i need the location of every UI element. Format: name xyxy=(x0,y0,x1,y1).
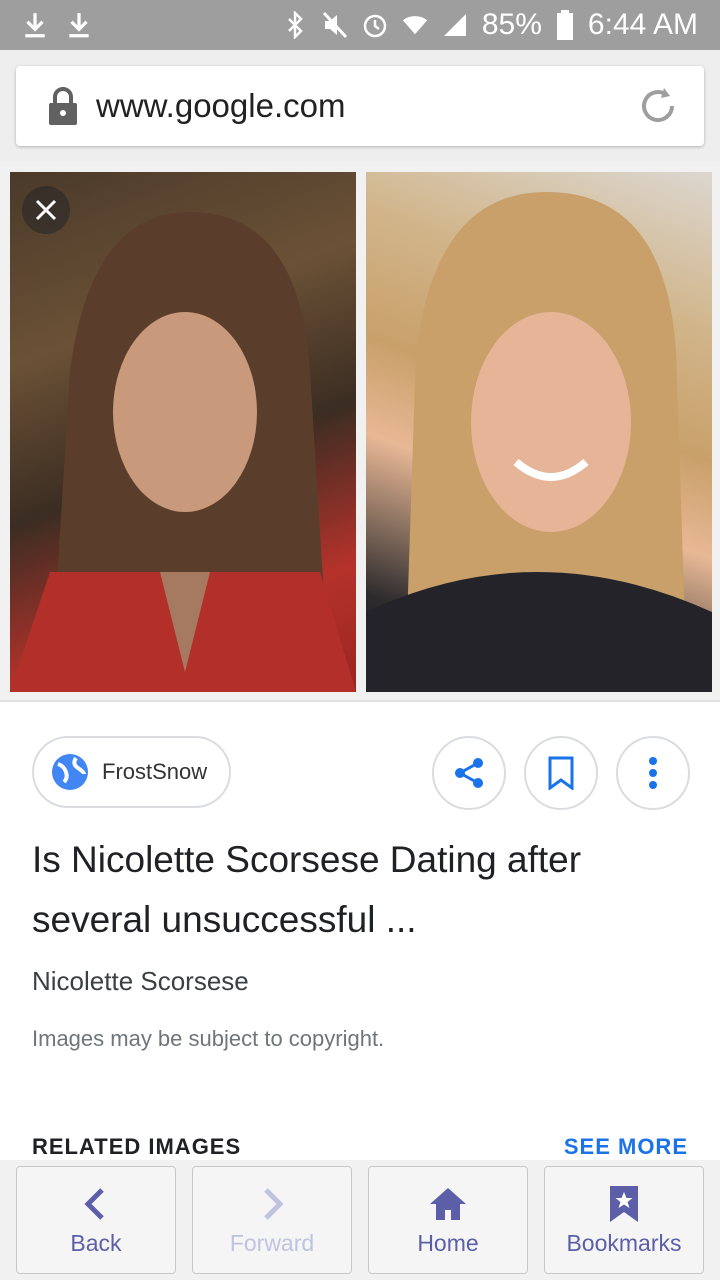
chevron-left-icon xyxy=(84,1187,104,1220)
portrait-drawing xyxy=(366,192,712,692)
result-subtitle: Nicolette Scorsese xyxy=(32,966,249,996)
lock-icon xyxy=(49,87,77,125)
forward-button[interactable]: Forward xyxy=(192,1166,352,1274)
bookmarks-icon xyxy=(610,1185,638,1222)
close-icon xyxy=(35,199,57,221)
forward-label: Forward xyxy=(229,1229,315,1256)
reload-icon[interactable] xyxy=(636,84,680,128)
clock: 6:44 AM xyxy=(587,8,698,41)
image-preview xyxy=(0,162,720,702)
bookmarks-label: Bookmarks xyxy=(566,1229,682,1256)
download-icon xyxy=(69,13,89,38)
status-bar: 85% 6:44 AM xyxy=(0,0,720,50)
back-button[interactable]: Back xyxy=(16,1166,176,1274)
signal-icon xyxy=(443,14,466,36)
home-button[interactable]: Home xyxy=(368,1166,528,1274)
bookmarks-button[interactable]: Bookmarks xyxy=(544,1166,704,1274)
url-area: www.google.com xyxy=(0,50,720,162)
home-label: Home xyxy=(417,1229,479,1256)
bluetooth-icon xyxy=(287,11,303,39)
url-bar[interactable]: www.google.com xyxy=(16,66,704,146)
copyright-notice: Images may be subject to copyright. xyxy=(32,1026,385,1051)
result-title[interactable]: Is Nicolette Scorsese Dating after sever… xyxy=(32,830,672,950)
home-icon xyxy=(430,1187,466,1220)
download-icon xyxy=(25,13,45,38)
wifi-icon xyxy=(402,16,427,35)
more-vert-icon xyxy=(649,757,657,789)
related-images-heading: RELATED IMAGES xyxy=(32,1134,242,1159)
bookmark-icon xyxy=(548,756,574,790)
bottom-nav: Back Forward Home Bookmarks xyxy=(0,1160,720,1280)
alarm-icon xyxy=(363,14,387,38)
battery-icon xyxy=(556,10,573,40)
see-more-link[interactable]: SEE MORE xyxy=(564,1134,688,1160)
close-button[interactable] xyxy=(22,186,70,234)
globe-icon xyxy=(52,754,88,790)
portrait-drawing xyxy=(10,212,356,692)
share-icon xyxy=(455,758,483,788)
battery-level: 85% xyxy=(481,8,542,41)
url-text: www.google.com xyxy=(96,87,346,124)
result-info: FrostSnow Is Nicolette Scorsese Dating a… xyxy=(0,704,720,1164)
source-chip[interactable]: FrostSnow xyxy=(32,736,232,808)
preview-image-left[interactable] xyxy=(10,172,356,692)
preview-image-right[interactable] xyxy=(366,172,712,692)
share-button[interactable] xyxy=(432,736,506,810)
source-name: FrostSnow xyxy=(102,759,208,784)
back-label: Back xyxy=(70,1229,122,1256)
bookmark-button[interactable] xyxy=(524,736,598,810)
more-options-button[interactable] xyxy=(616,736,690,810)
chevron-right-icon xyxy=(264,1187,284,1220)
mute-icon xyxy=(322,11,347,39)
